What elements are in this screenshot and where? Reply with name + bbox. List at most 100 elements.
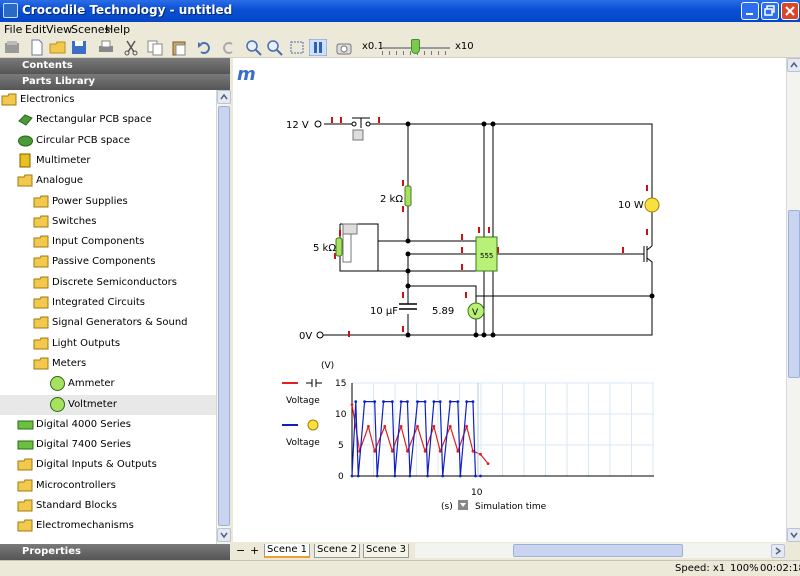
zoom-max-label: x10	[455, 41, 474, 52]
tree-item[interactable]: Light Outputs	[0, 334, 216, 354]
scroll-down-button[interactable]	[787, 528, 800, 542]
menu-file[interactable]: File	[4, 23, 22, 36]
wires	[323, 123, 653, 336]
tab-scene-1[interactable]: Scene 1	[264, 544, 310, 558]
x-axis-label: Simulation time	[475, 502, 547, 512]
zoom-out-icon[interactable]	[266, 39, 284, 56]
tree-item[interactable]: Rectangular PCB space	[0, 110, 216, 130]
redo-icon[interactable]	[219, 39, 237, 56]
tree-item[interactable]: Passive Components	[0, 252, 216, 272]
lamp-icon	[307, 419, 319, 431]
tree-item[interactable]: Input Components	[0, 232, 216, 252]
parts-library-label: Parts Library	[22, 76, 96, 87]
lamp-icon[interactable]	[644, 197, 660, 213]
tree-item[interactable]: Switches	[0, 212, 216, 232]
print-icon[interactable]	[97, 39, 115, 56]
tab-scene-3[interactable]: Scene 3	[363, 544, 409, 558]
copy-icon[interactable]	[146, 39, 164, 56]
title-bar: Crocodile Technology - untitled	[0, 0, 800, 22]
tree-item[interactable]: Integrated Circuits	[0, 293, 216, 313]
sidebar-scrollbar[interactable]	[216, 90, 231, 544]
parts-library-header[interactable]: Parts Library	[0, 74, 230, 90]
library-icon[interactable]	[3, 39, 21, 56]
tree-item[interactable]: Analogue	[0, 171, 216, 191]
series-point	[356, 474, 360, 478]
status-bar: Speed: x1 100% 00:02:18	[0, 560, 800, 576]
multimeter-icon	[19, 153, 31, 168]
scroll-down-button[interactable]	[217, 528, 231, 542]
tree-item-label: Microcontrollers	[36, 479, 116, 491]
tree-item[interactable]: Voltmeter	[0, 394, 216, 415]
speed-icon[interactable]	[335, 39, 353, 56]
paste-icon[interactable]	[170, 39, 188, 56]
canvas-horizontal-scrollbar[interactable]	[415, 543, 785, 558]
app-icon	[3, 3, 18, 18]
tree-item[interactable]: Power Supplies	[0, 192, 216, 212]
new-file-icon[interactable]	[28, 39, 46, 56]
contents-header[interactable]: Contents	[0, 58, 230, 74]
series-point	[399, 400, 403, 403]
properties-label: Properties	[22, 546, 81, 557]
close-button[interactable]	[781, 2, 799, 20]
folder-icon	[33, 337, 49, 350]
minimize-button[interactable]	[741, 2, 759, 20]
tree-item-label: Rectangular PCB space	[36, 114, 152, 126]
tree-item-label: Power Supplies	[52, 195, 128, 207]
open-folder-icon[interactable]	[49, 39, 67, 56]
menu-help[interactable]: Help	[105, 23, 130, 36]
graph-y-unit: (V)	[321, 361, 334, 371]
undo-icon[interactable]	[196, 39, 214, 56]
tree-item[interactable]: Meters	[0, 354, 216, 374]
tree-item[interactable]: Digital 7400 Series	[0, 435, 216, 455]
tree-item-label: Passive Components	[52, 256, 156, 268]
tree-item[interactable]: Circular PCB space	[0, 131, 216, 151]
properties-header[interactable]: Properties	[0, 544, 230, 560]
voltage-graph[interactable]: (V) Voltage Voltage 15 10 5 0 10 (s) Sim…	[282, 361, 654, 512]
tab-scene-2[interactable]: Scene 2	[314, 544, 360, 558]
capacitor-icon	[306, 379, 322, 387]
transistor-icon[interactable]	[643, 234, 653, 268]
capacitor-icon[interactable]	[399, 303, 417, 310]
tree-item[interactable]: Multimeter	[0, 151, 216, 171]
resistor-icon[interactable]	[404, 185, 412, 207]
remove-scene-button[interactable]: −	[236, 544, 245, 557]
add-scene-button[interactable]: +	[250, 544, 259, 557]
tree-item[interactable]: Electromechanisms	[0, 516, 216, 536]
tree-item[interactable]: Discrete Semiconductors	[0, 273, 216, 293]
circuit-diagram[interactable]: m 12 V 0V 2 kΩ 5 kΩ 555 10 µF V 5.89 10 …	[233, 58, 786, 542]
time-status: 00:02:18	[760, 563, 800, 574]
canvas-scroll-thumb[interactable]	[788, 210, 800, 378]
series-point	[441, 474, 445, 478]
tree-item-label: Analogue	[36, 175, 84, 187]
horizontal-scroll-thumb[interactable]	[513, 544, 683, 557]
menu-edit[interactable]: Edit	[25, 23, 46, 36]
series-point	[423, 400, 427, 403]
scroll-right-button[interactable]	[771, 544, 785, 558]
tree-item[interactable]: Digital 4000 Series	[0, 415, 216, 435]
sidebar-scroll-thumb[interactable]	[218, 106, 230, 526]
series-point	[382, 400, 385, 403]
save-icon[interactable]	[70, 39, 88, 56]
menu-view[interactable]: View	[46, 23, 72, 36]
tree-item[interactable]: Ammeter	[0, 374, 216, 394]
supply-voltage-label: 12 V	[286, 120, 309, 131]
scroll-up-button[interactable]	[787, 58, 800, 72]
push-switch-icon[interactable]	[351, 117, 371, 141]
tree-item[interactable]: Microcontrollers	[0, 476, 216, 496]
tree-item[interactable]: Digital Inputs & Outputs	[0, 455, 216, 475]
time-unit-dropdown[interactable]	[458, 500, 468, 510]
cut-icon[interactable]	[122, 39, 140, 56]
pause-icon[interactable]	[309, 39, 327, 56]
circuit-canvas[interactable]: m 12 V 0V 2 kΩ 5 kΩ 555 10 µF V 5.89 10 …	[233, 58, 786, 542]
zoom-slider-handle[interactable]	[411, 39, 420, 54]
tree-item[interactable]: Electronics	[0, 90, 216, 110]
scroll-up-button[interactable]	[217, 90, 231, 104]
timer-555-chip-icon[interactable]: 555	[475, 236, 498, 272]
canvas-vertical-scrollbar[interactable]	[786, 58, 800, 542]
potentiometer-icon[interactable]	[335, 223, 358, 263]
tree-item[interactable]: Signal Generators & Sound	[0, 313, 216, 333]
zoom-fit-icon[interactable]	[288, 39, 306, 56]
zoom-in-icon[interactable]	[245, 39, 263, 56]
restore-button[interactable]	[761, 2, 779, 20]
tree-item[interactable]: Standard Blocks	[0, 496, 216, 516]
